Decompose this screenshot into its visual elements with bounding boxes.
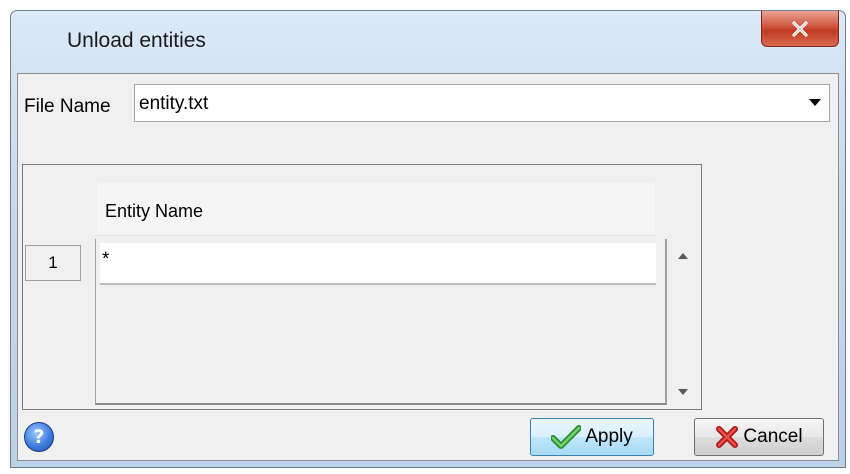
entity-name-value: *	[102, 249, 110, 270]
vertical-scrollbar[interactable]	[671, 239, 697, 405]
title-bar[interactable]: Unload entities	[11, 11, 845, 73]
column-header-label: Entity Name	[105, 201, 204, 221]
apply-button[interactable]: Apply	[530, 418, 654, 456]
row-header-1[interactable]: 1	[25, 245, 81, 281]
checkmark-icon	[551, 425, 582, 449]
dialog-window: Unload entities File Name entity.txt Ent…	[10, 10, 846, 468]
close-icon	[792, 20, 808, 37]
chevron-down-icon[interactable]	[809, 99, 821, 106]
file-name-value[interactable]: entity.txt	[139, 93, 208, 115]
apply-label: Apply	[585, 426, 633, 447]
file-name-label: File Name	[24, 96, 111, 117]
column-header-entity-name[interactable]: Entity Name	[97, 183, 655, 236]
entity-grid: Entity Name 1 *	[22, 164, 702, 410]
window-title: Unload entities	[67, 29, 206, 52]
help-icon: ?	[33, 426, 45, 448]
entity-name-cell[interactable]: *	[100, 243, 656, 285]
close-button[interactable]	[761, 11, 839, 47]
table-body: *	[95, 239, 667, 405]
dialog-client-area: File Name entity.txt Entity Name 1 * ? A…	[17, 73, 839, 461]
cancel-label: Cancel	[743, 426, 803, 447]
scroll-down-icon[interactable]	[678, 389, 688, 395]
cancel-button[interactable]: Cancel	[694, 418, 824, 456]
red-x-icon	[716, 426, 739, 448]
file-name-combobox[interactable]: entity.txt	[134, 84, 830, 122]
help-button[interactable]: ?	[24, 422, 54, 452]
scroll-up-icon[interactable]	[678, 253, 688, 259]
